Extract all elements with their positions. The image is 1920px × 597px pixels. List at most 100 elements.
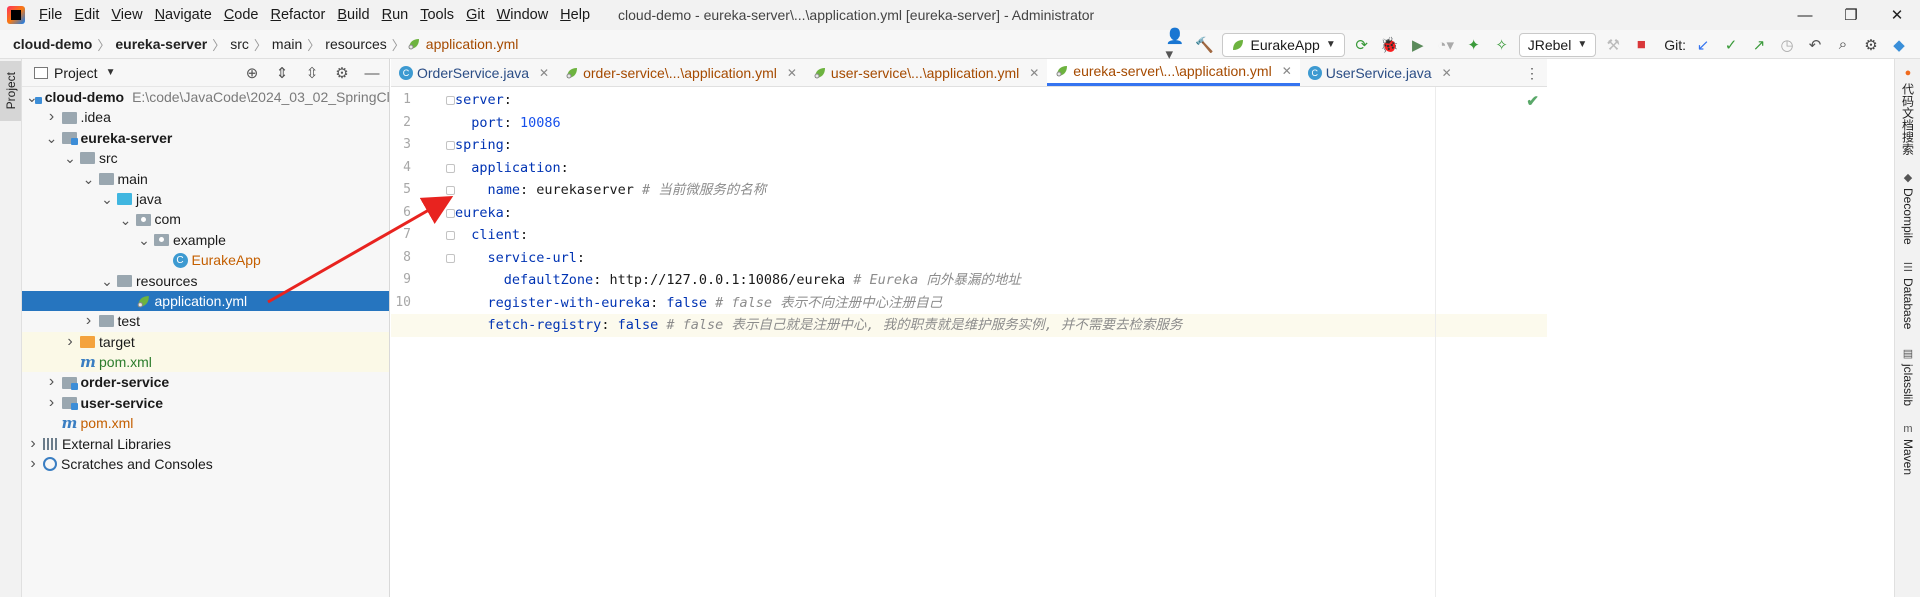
menu-git[interactable]: Git	[460, 0, 491, 30]
git-rollback-icon[interactable]: ↶	[1804, 34, 1826, 56]
breadcrumb-src[interactable]: src	[227, 36, 252, 52]
right-tool-database-tab[interactable]: ☰ Database	[1895, 261, 1920, 329]
chevron-down-icon[interactable]: ⌄	[82, 172, 96, 186]
chevron-right-icon[interactable]: ›	[26, 434, 40, 454]
close-window-button[interactable]: ✕	[1874, 0, 1920, 30]
close-tab-icon[interactable]: ✕	[1282, 64, 1292, 78]
menu-code[interactable]: Code	[218, 0, 265, 30]
editor-tab-1[interactable]: order-service\...\application.yml ✕	[557, 59, 805, 86]
tree-item-main[interactable]: ⌄ main	[22, 169, 389, 189]
breadcrumb-eureka-server[interactable]: eureka-server	[112, 36, 210, 52]
code-line[interactable]: fetch-registry: false # false 表示自己就是注册中心…	[391, 314, 1547, 337]
tree-item-test[interactable]: › test	[22, 311, 389, 331]
fold-marker-icon[interactable]	[446, 186, 455, 195]
menu-view[interactable]: View	[105, 0, 148, 30]
chevron-down-icon[interactable]: ⌄	[137, 233, 151, 247]
tree-item-external-libraries[interactable]: › External Libraries	[22, 434, 389, 454]
chevron-down-icon[interactable]: ▼	[106, 67, 116, 78]
chevron-down-icon[interactable]: ⌄	[63, 151, 77, 165]
jrebel-debug-icon[interactable]: ✧	[1491, 34, 1513, 56]
tree-item-pom-xml[interactable]: m pom.xml	[22, 413, 389, 433]
project-panel-title[interactable]: Project	[54, 65, 98, 81]
gear-icon[interactable]: ⚙	[331, 62, 353, 84]
close-tab-icon[interactable]: ✕	[539, 66, 549, 80]
fold-marker-icon[interactable]	[446, 253, 455, 263]
gear-icon[interactable]: ⚙	[1860, 34, 1882, 56]
tree-item-pom-xml[interactable]: m pom.xml	[22, 352, 389, 373]
chevron-right-icon[interactable]: ›	[26, 454, 40, 474]
menu-run[interactable]: Run	[376, 0, 415, 30]
tree-item-order-service[interactable]: › order-service	[22, 372, 389, 392]
git-update-icon[interactable]: ↙	[1692, 34, 1714, 56]
fold-marker-icon[interactable]	[446, 96, 455, 105]
tree-item-example[interactable]: ⌄ example	[22, 230, 389, 250]
fold-marker-icon[interactable]	[446, 208, 455, 218]
editor-tab-2[interactable]: user-service\...\application.yml ✕	[805, 59, 1047, 86]
code-line[interactable]: service-url:	[455, 247, 1547, 270]
git-history-icon[interactable]: ◷	[1776, 34, 1798, 56]
code-line[interactable]: name: eurekaserver # 当前微服务的名称	[455, 179, 1547, 202]
tree-item-src[interactable]: ⌄ src	[22, 148, 389, 168]
code-line[interactable]: port: 10086	[455, 112, 1547, 135]
tree-item-application-yml[interactable]: application.yml	[22, 290, 389, 312]
user-profile-icon[interactable]: 👤▾	[1166, 28, 1188, 63]
menu-file[interactable]: File	[33, 0, 68, 30]
project-tool-window-tab[interactable]: Project	[0, 61, 21, 121]
tree-item--idea[interactable]: › .idea	[22, 107, 389, 127]
right-tool-jclasslib-tab[interactable]: ▤ jclasslib	[1895, 347, 1920, 406]
chevron-right-icon[interactable]: ›	[63, 332, 77, 352]
debug-bug-icon[interactable]: 🐞	[1379, 34, 1401, 56]
menu-tools[interactable]: Tools	[414, 0, 460, 30]
code-line[interactable]: defaultZone: http://127.0.0.1:10086/eure…	[455, 269, 1547, 292]
menu-build[interactable]: Build	[331, 0, 375, 30]
expand-all-icon[interactable]: ⇕	[271, 62, 293, 84]
run-with-coverage-icon[interactable]: ▶	[1407, 34, 1429, 56]
fold-marker-icon[interactable]	[446, 231, 455, 240]
chevron-right-icon[interactable]: ›	[82, 311, 96, 331]
git-push-icon[interactable]: ↗	[1748, 34, 1770, 56]
chevron-right-icon[interactable]: ›	[45, 393, 59, 413]
code-line[interactable]: spring:	[455, 134, 1547, 157]
tree-item-eureka-server[interactable]: ⌄ eureka-server	[22, 128, 389, 148]
restore-button[interactable]: ❐	[1828, 0, 1874, 30]
right-tool-decompile-tab[interactable]: ◆ Decompile	[1895, 171, 1920, 245]
menu-navigate[interactable]: Navigate	[149, 0, 218, 30]
code-line[interactable]: server:	[455, 89, 1547, 112]
breadcrumb-cloud-demo[interactable]: cloud-demo	[10, 36, 95, 52]
tree-item-target[interactable]: › target	[22, 331, 389, 353]
locate-crosshair-icon[interactable]: ⊕	[241, 62, 263, 84]
editor-tab-4[interactable]: C UserService.java ✕	[1300, 59, 1460, 86]
menu-edit[interactable]: Edit	[68, 0, 105, 30]
tree-item-user-service[interactable]: › user-service	[22, 393, 389, 413]
jetbrains-toolbox-icon[interactable]: ◆	[1888, 34, 1910, 56]
profile-icon[interactable]: ◔▾	[1435, 34, 1457, 56]
more-tabs-icon[interactable]: ⋮	[1525, 59, 1539, 87]
editor-tab-3[interactable]: eureka-server\...\application.yml ✕	[1047, 59, 1300, 86]
tree-item-resources[interactable]: ⌄ resources	[22, 271, 389, 291]
tree-item-com[interactable]: ⌄ com	[22, 209, 389, 229]
menu-refactor[interactable]: Refactor	[265, 0, 332, 30]
right-tool---tab[interactable]: ● 代码文档搜索	[1895, 67, 1920, 155]
right-tool-maven-tab[interactable]: m Maven	[1895, 423, 1920, 475]
close-tab-icon[interactable]: ✕	[787, 66, 797, 80]
fold-marker-icon[interactable]	[446, 141, 455, 150]
jrebel-run-icon[interactable]: ✦	[1463, 34, 1485, 56]
rerun-icon[interactable]: ⟳	[1351, 34, 1373, 56]
editor-tab-0[interactable]: C OrderService.java ✕	[391, 59, 557, 86]
breadcrumb-main[interactable]: main	[269, 36, 305, 52]
git-commit-icon[interactable]: ✓	[1720, 34, 1742, 56]
menu-help[interactable]: Help	[554, 0, 596, 30]
breadcrumb-resources[interactable]: resources	[322, 36, 389, 52]
code-line[interactable]: application:	[455, 157, 1547, 180]
chevron-down-icon[interactable]: ⌄	[100, 274, 114, 288]
code-line[interactable]: client:	[455, 224, 1547, 247]
tree-item-scratches-and-consoles[interactable]: › Scratches and Consoles	[22, 454, 389, 474]
code-line[interactable]: register-with-eureka: false # false 表示不向…	[455, 292, 1547, 315]
chevron-down-icon[interactable]: ⌄	[45, 131, 59, 145]
close-tab-icon[interactable]: ✕	[1029, 66, 1039, 80]
minimize-button[interactable]: —	[1782, 0, 1828, 30]
chevron-down-icon[interactable]: ⌄	[100, 192, 114, 206]
inspection-ok-check-icon[interactable]: ✔	[1526, 92, 1539, 110]
search-icon[interactable]: ⌕	[1832, 34, 1854, 56]
breadcrumb-application-yml[interactable]: application.yml	[423, 36, 522, 52]
